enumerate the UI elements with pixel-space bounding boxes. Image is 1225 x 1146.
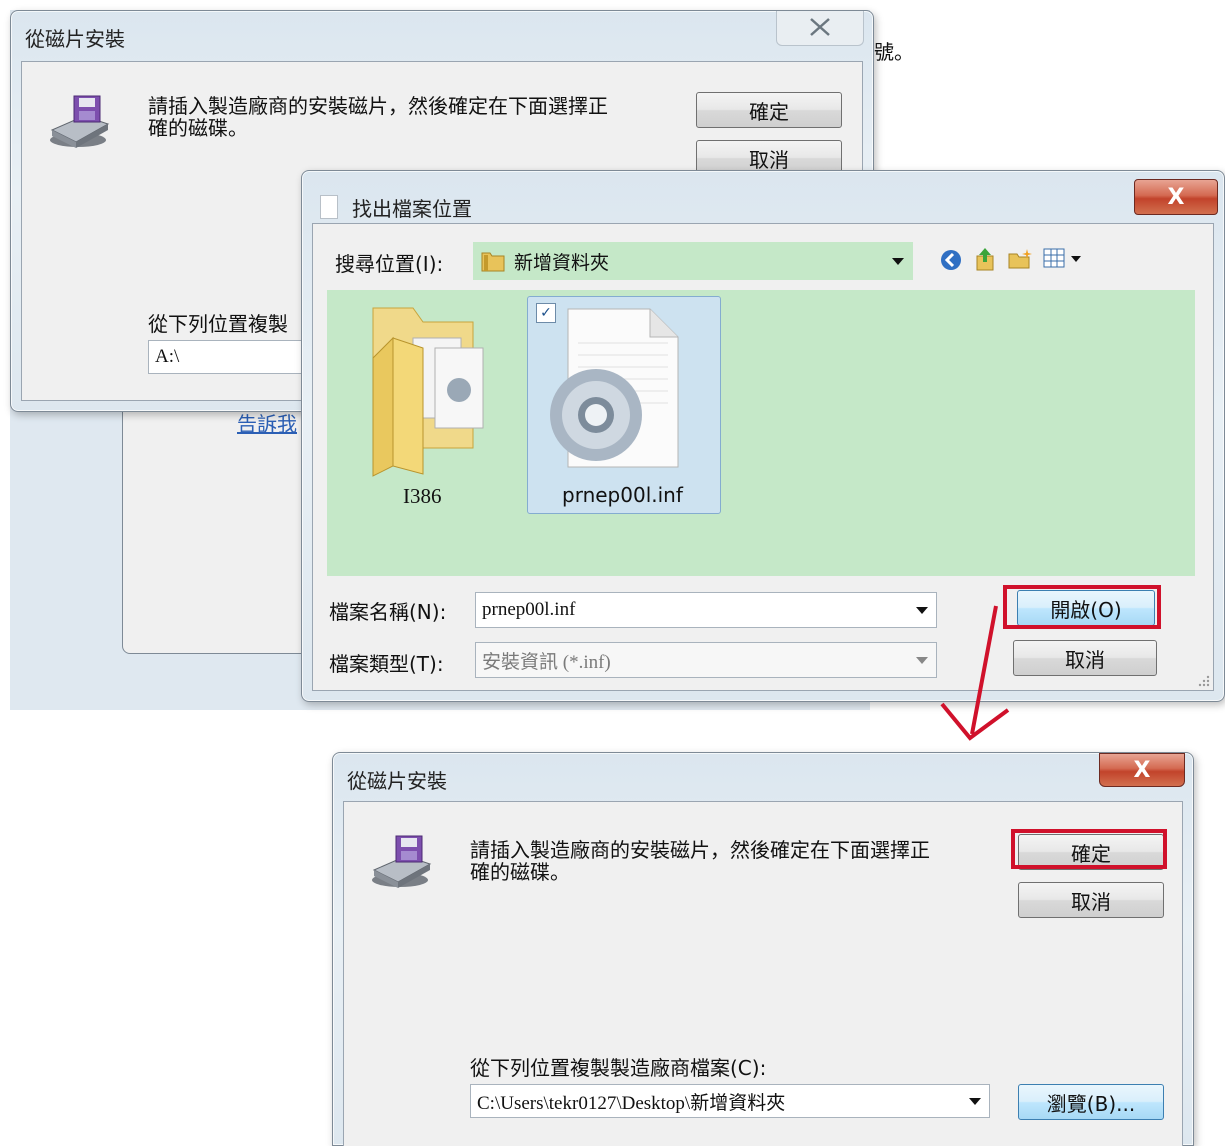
chevron-down-icon[interactable] xyxy=(916,607,928,614)
highlight-ok-button xyxy=(1011,829,1167,869)
close-icon: X xyxy=(1133,757,1151,783)
close-button[interactable] xyxy=(776,11,864,46)
file-name-value: prnep00l.inf xyxy=(482,599,576,620)
file-item-name: prnep00l.inf xyxy=(562,483,683,507)
floppy-drive-icon xyxy=(50,95,110,148)
file-type-select[interactable]: 安裝資訊 (*.inf) xyxy=(475,642,937,678)
dialog-message-line2: 確的磁碟。 xyxy=(470,860,570,884)
resize-grip-icon[interactable] xyxy=(1197,674,1211,688)
folder-icon xyxy=(481,252,505,272)
look-in-dropdown[interactable]: 新增資料夾 xyxy=(473,242,913,280)
dialog-message-line2: 確的磁碟。 xyxy=(148,116,248,140)
close-button[interactable]: X xyxy=(1134,179,1218,215)
file-type-value: 安裝資訊 (*.inf) xyxy=(482,651,611,673)
floppy-drive-icon xyxy=(372,835,432,888)
cancel-button[interactable]: 取消 xyxy=(1013,640,1157,676)
copy-from-value: C:\Users\tekr0127\Desktop\新增資料夾 xyxy=(477,1092,786,1114)
file-name-label: 檔案名稱(N): xyxy=(329,600,447,624)
chevron-down-icon[interactable] xyxy=(969,1098,981,1105)
file-view-pane: I386 ✓ prnep00l.inf xyxy=(327,290,1195,576)
close-button[interactable]: X xyxy=(1099,753,1185,787)
copy-from-label: 從下列位置複製 xyxy=(148,312,288,336)
back-icon[interactable] xyxy=(939,248,963,272)
background-text: 號。 xyxy=(874,40,914,64)
highlight-open-button xyxy=(1003,585,1161,629)
copy-from-input[interactable]: C:\Users\tekr0127\Desktop\新增資料夾 xyxy=(470,1084,990,1118)
new-folder-icon[interactable] xyxy=(1007,248,1033,270)
chevron-down-icon[interactable] xyxy=(916,657,928,664)
file-name-input[interactable]: prnep00l.inf xyxy=(475,592,937,628)
close-icon: X xyxy=(1167,184,1185,210)
file-type-label: 檔案類型(T): xyxy=(329,652,444,676)
up-folder-icon[interactable] xyxy=(973,246,997,272)
dialog-title: 找出檔案位置 xyxy=(352,197,472,221)
file-item-name: I386 xyxy=(403,484,442,508)
ok-button[interactable]: 確定 xyxy=(696,92,842,128)
cancel-button[interactable]: 取消 xyxy=(1018,882,1164,918)
close-icon xyxy=(810,18,830,36)
annotation-arrow xyxy=(940,605,1010,741)
copy-from-label: 從下列位置複製製造廠商檔案(C): xyxy=(470,1056,767,1080)
look-in-value: 新增資料夾 xyxy=(514,251,610,274)
dialog-title: 從磁片安裝 xyxy=(25,27,125,51)
background-link[interactable]: 告訴我 xyxy=(237,408,297,437)
settings-file-icon xyxy=(550,308,679,468)
chevron-down-icon xyxy=(892,258,904,265)
folder-icon xyxy=(372,307,484,477)
file-item-inf-selected[interactable]: ✓ prnep00l.inf xyxy=(527,296,721,514)
install-from-disk-dialog-bottom: 從磁片安裝 X 請插入製造廠商的安裝磁片，然後確定在下面選擇正 確的磁碟。 確定… xyxy=(332,752,1194,1146)
look-in-label: 搜尋位置(I): xyxy=(335,252,444,276)
file-item-folder[interactable]: I386 xyxy=(343,298,513,514)
blank-document-icon xyxy=(320,195,338,219)
dialog-title: 從磁片安裝 xyxy=(347,769,447,793)
view-menu-icon[interactable] xyxy=(1043,248,1087,270)
browse-button[interactable]: 瀏覽(B)... xyxy=(1018,1084,1164,1120)
